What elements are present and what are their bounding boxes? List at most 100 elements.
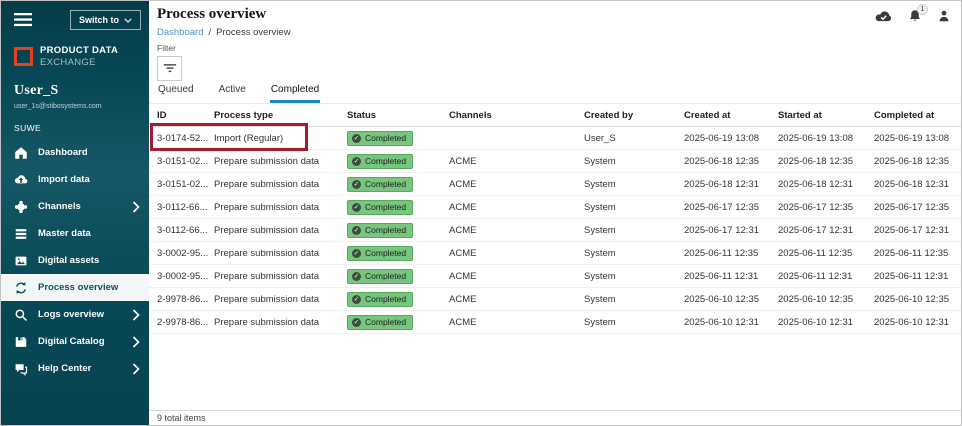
- status-badge: ✓Completed: [347, 154, 413, 169]
- cell-started-at: 2025-06-17 12:35: [778, 202, 874, 213]
- sidebar-item-label: Help Center: [38, 363, 132, 374]
- filter-button[interactable]: [157, 56, 182, 81]
- column-header-created-by[interactable]: Created by: [584, 110, 684, 121]
- cell-channels: ACME: [449, 202, 584, 213]
- sidebar: Switch to PRODUCT DATA EXCHANGE User_S u…: [1, 1, 149, 425]
- column-header-process-type[interactable]: Process type: [214, 110, 347, 121]
- cloud-check-icon[interactable]: [874, 10, 893, 23]
- sidebar-item-logs-overview[interactable]: Logs overview: [1, 301, 149, 328]
- cell-process-type: Prepare submission data: [214, 271, 347, 282]
- menu-hamburger-icon[interactable]: [14, 13, 32, 27]
- switch-to-button[interactable]: Switch to: [70, 10, 141, 30]
- status-badge: ✓Completed: [347, 315, 413, 330]
- table-row[interactable]: 2-9978-86...Prepare submission data✓Comp…: [149, 311, 961, 334]
- user-account-icon[interactable]: [937, 9, 951, 23]
- cell-created-by: System: [584, 317, 684, 328]
- sidebar-item-master-data[interactable]: Master data: [1, 220, 149, 247]
- cell-created-by: System: [584, 179, 684, 190]
- tab-queued[interactable]: Queued: [157, 84, 195, 103]
- cell-created-at: 2025-06-17 12:31: [684, 225, 778, 236]
- table-row[interactable]: 3-0151-02...Prepare submission data✓Comp…: [149, 150, 961, 173]
- sidebar-item-digital-assets[interactable]: Digital assets: [1, 247, 149, 274]
- cell-created-at: 2025-06-18 12:35: [684, 156, 778, 167]
- cell-id: 3-0151-02...: [157, 179, 214, 190]
- tabs-bar: Queued Active Completed: [149, 81, 961, 104]
- user-block: User_S user_1s@stibosystems.com SUWE: [1, 68, 149, 133]
- cell-completed-at: 2025-06-10 12:31: [874, 317, 961, 328]
- column-header-started-at[interactable]: Started at: [778, 110, 874, 121]
- table-row[interactable]: 3-0002-95...Prepare submission data✓Comp…: [149, 265, 961, 288]
- master-data-icon: [14, 227, 28, 241]
- status-badge: ✓Completed: [347, 269, 413, 284]
- cell-created-at: 2025-06-11 12:35: [684, 248, 778, 259]
- notifications-bell-icon[interactable]: 1: [908, 9, 922, 23]
- tab-active[interactable]: Active: [218, 84, 247, 103]
- cell-started-at: 2025-06-18 12:35: [778, 156, 874, 167]
- cell-created-at: 2025-06-17 12:35: [684, 202, 778, 213]
- main-content: Process overview 1 Dashboard / Process o…: [149, 1, 961, 425]
- table-row[interactable]: 3-0112-66...Prepare submission data✓Comp…: [149, 219, 961, 242]
- cell-created-at: 2025-06-10 12:35: [684, 294, 778, 305]
- brand-logo: PRODUCT DATA EXCHANGE: [1, 30, 149, 68]
- cell-process-type: Prepare submission data: [214, 225, 347, 236]
- check-icon: ✓: [352, 295, 361, 304]
- cell-process-type: Prepare submission data: [214, 248, 347, 259]
- cell-channels: ACME: [449, 294, 584, 305]
- status-badge: ✓Completed: [347, 200, 413, 215]
- cell-channels: ACME: [449, 317, 584, 328]
- column-header-channels[interactable]: Channels: [449, 110, 584, 121]
- table-footer: 9 total items: [149, 410, 961, 425]
- status-badge: ✓Completed: [347, 177, 413, 192]
- cell-completed-at: 2025-06-11 12:31: [874, 271, 961, 282]
- cell-created-by: System: [584, 225, 684, 236]
- brand-name-line1: PRODUCT DATA: [40, 45, 118, 57]
- cell-completed-at: 2025-06-18 12:31: [874, 179, 961, 190]
- cell-process-type: Import (Regular): [214, 133, 347, 144]
- cell-started-at: 2025-06-19 13:08: [778, 133, 874, 144]
- sidebar-item-label: Digital assets: [38, 255, 140, 266]
- filter-icon: [163, 63, 177, 74]
- breadcrumb: Dashboard / Process overview: [149, 25, 961, 39]
- cell-status: ✓Completed: [347, 131, 449, 146]
- table-row[interactable]: 2-9978-86...Prepare submission data✓Comp…: [149, 288, 961, 311]
- cell-id: 3-0151-02...: [157, 156, 214, 167]
- cell-status: ✓Completed: [347, 223, 449, 238]
- check-icon: ✓: [352, 272, 361, 281]
- page-title: Process overview: [157, 6, 266, 23]
- cell-status: ✓Completed: [347, 200, 449, 215]
- brand-name-line2: EXCHANGE: [40, 57, 118, 68]
- tab-completed[interactable]: Completed: [270, 84, 320, 103]
- brand-square-icon: [14, 47, 33, 66]
- cell-completed-at: 2025-06-11 12:35: [874, 248, 961, 259]
- sidebar-item-process-overview[interactable]: Process overview: [1, 274, 149, 301]
- column-header-status[interactable]: Status: [347, 110, 449, 121]
- sidebar-item-import-data[interactable]: Import data: [1, 166, 149, 193]
- sidebar-item-label: Digital Catalog: [38, 336, 132, 347]
- column-header-completed-at[interactable]: Completed at: [874, 110, 961, 121]
- cell-created-at: 2025-06-11 12:31: [684, 271, 778, 282]
- cell-id: 3-0002-95...: [157, 271, 214, 282]
- status-badge: ✓Completed: [347, 131, 413, 146]
- home-icon: [14, 146, 28, 160]
- table-row[interactable]: 3-0002-95...Prepare submission data✓Comp…: [149, 242, 961, 265]
- switch-to-label: Switch to: [79, 15, 119, 25]
- breadcrumb-dashboard-link[interactable]: Dashboard: [157, 27, 203, 38]
- sidebar-item-dashboard[interactable]: Dashboard: [1, 139, 149, 166]
- sidebar-item-digital-catalog[interactable]: Digital Catalog: [1, 328, 149, 355]
- sidebar-item-channels[interactable]: Channels: [1, 193, 149, 220]
- workspace-name: SUWE: [14, 123, 137, 133]
- cell-completed-at: 2025-06-10 12:35: [874, 294, 961, 305]
- table-row[interactable]: 3-0151-02...Prepare submission data✓Comp…: [149, 173, 961, 196]
- cell-id: 3-0174-52...: [157, 133, 214, 144]
- cell-channels: ACME: [449, 156, 584, 167]
- table-row[interactable]: 3-0112-66...Prepare submission data✓Comp…: [149, 196, 961, 219]
- check-icon: ✓: [352, 226, 361, 235]
- sidebar-item-help-center[interactable]: Help Center: [1, 355, 149, 382]
- column-header-id[interactable]: ID: [157, 110, 214, 121]
- search-icon: [14, 308, 28, 322]
- app-window: Switch to PRODUCT DATA EXCHANGE User_S u…: [0, 0, 962, 426]
- column-header-created-at[interactable]: Created at: [684, 110, 778, 121]
- cell-created-at: 2025-06-19 13:08: [684, 133, 778, 144]
- table-row[interactable]: 3-0174-52...Import (Regular)✓CompletedUs…: [149, 127, 961, 150]
- cell-id: 3-0112-66...: [157, 202, 214, 213]
